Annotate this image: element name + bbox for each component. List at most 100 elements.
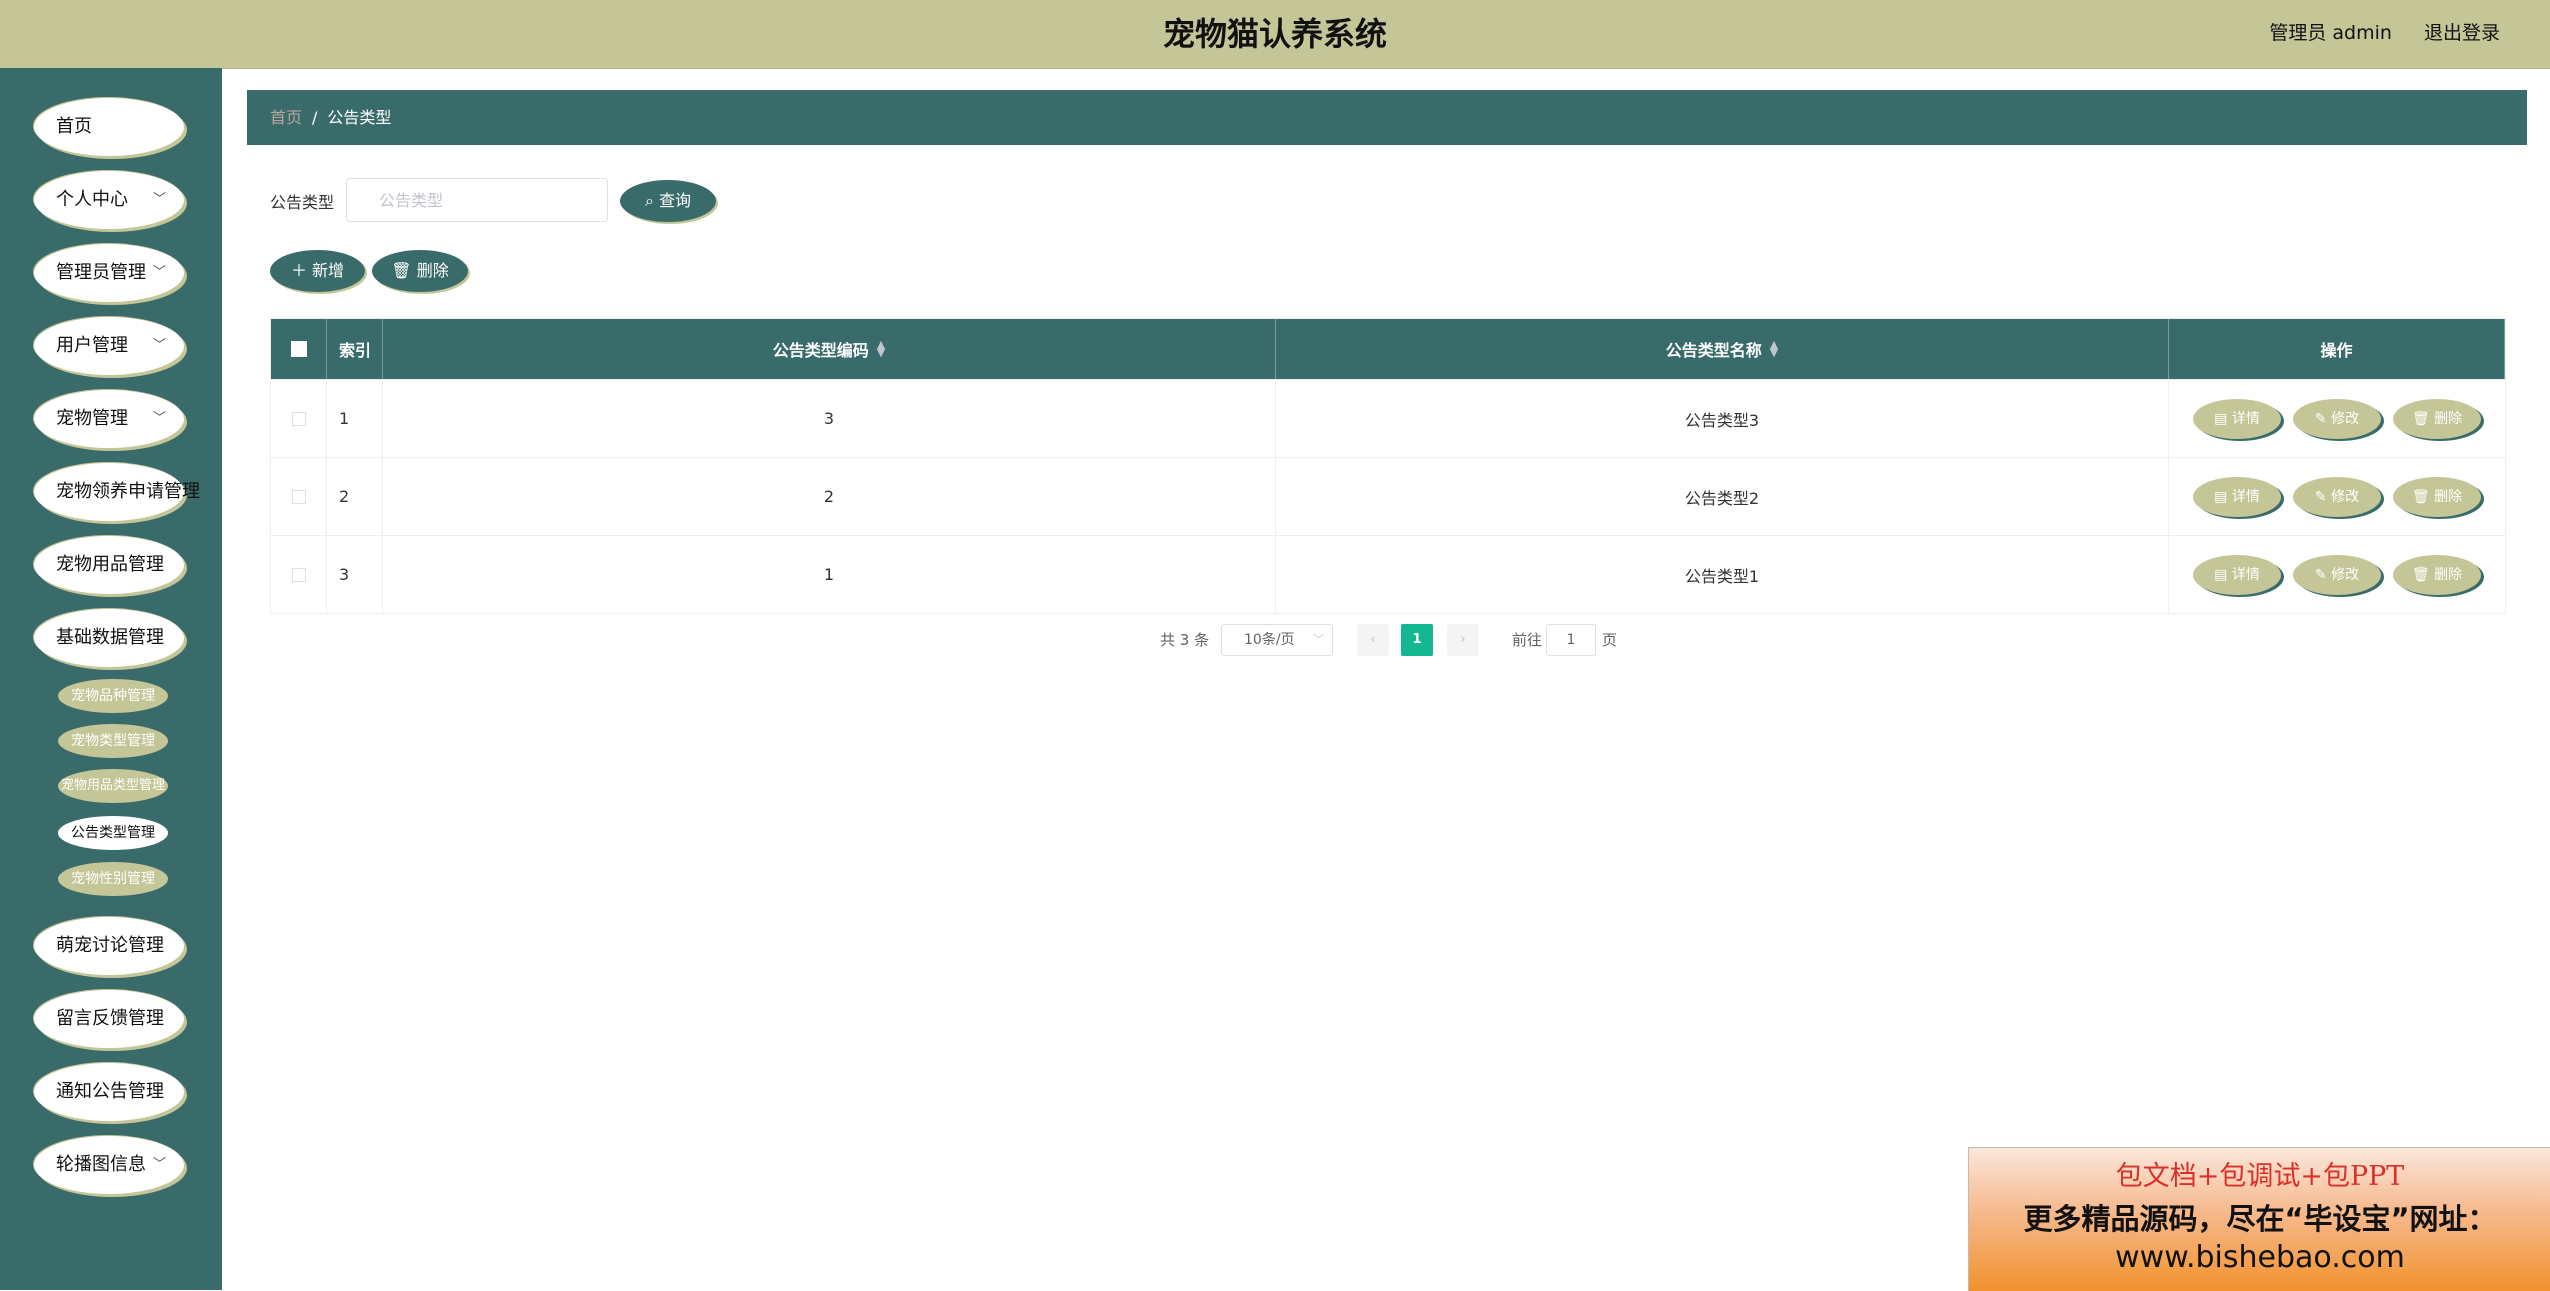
batch-delete-button-label: 删除 (416, 261, 449, 280)
sidebar-item-pet-discussion[interactable]: 萌宠讨论管理 (34, 917, 184, 975)
detail-button-label: 详情 (2231, 488, 2260, 505)
table-row: 3 1 公告类型1 ▤ 详情 ✎ 修改 🗑 删除 (271, 535, 2505, 613)
pencil-icon: ✎ (2314, 410, 2327, 427)
sidebar-item-base-data[interactable]: 基础数据管理 (34, 609, 184, 667)
promo-banner: 包文档+包调试+包PPT 更多精品源码，尽在“毕设宝”网址： www.bishe… (1968, 1147, 2550, 1291)
row-select-cell (271, 458, 327, 535)
edit-button[interactable]: ✎ 修改 (2293, 476, 2381, 517)
document-icon: ▤ (2214, 410, 2228, 427)
sidebar-item-feedback[interactable]: 留言反馈管理 (34, 990, 184, 1048)
pagination-total: 共 3 条 (1160, 631, 1210, 649)
header-name[interactable]: 公告类型名称 ▲ ▼ (1276, 319, 2169, 379)
delete-button-label: 删除 (2434, 410, 2463, 427)
trash-icon: 🗑 (2411, 488, 2430, 505)
chevron-down-icon: ﹀ (152, 265, 166, 280)
trash-icon: 🗑 (391, 261, 412, 280)
chevron-down-icon: ﹀ (152, 411, 166, 426)
goto-page-input[interactable]: 1 (1546, 624, 1596, 656)
sidebar: 首页 个人中心 ﹀ 管理员管理 ﹀ 用户管理 ﹀ 宠物管理 ﹀ 宠物领养申请管理 宠物用… (0, 68, 222, 1290)
sidebar-item-adoption-application[interactable]: 宠物领养申请管理 (34, 463, 200, 521)
sidebar-item-personal-center[interactable]: 个人中心 ﹀ (34, 171, 184, 229)
sidebar-subitem-notice-type[interactable]: 公告类型管理 (58, 816, 168, 850)
row-name: 公告类型2 (1276, 458, 2169, 535)
notice-type-table: 索引 公告类型编码 ▲ ▼ 公告类型名称 ▲ ▼ 操作 1 3 公告类型3 ▤ 详情 ✎… (270, 318, 2506, 614)
row-index: 1 (327, 380, 383, 457)
next-page-button[interactable]: › (1447, 624, 1479, 656)
chevron-down-icon: ﹀ (152, 338, 166, 353)
chevron-down-icon: ﹀ (152, 1157, 166, 1172)
breadcrumb-home-link[interactable]: 首页 (270, 108, 302, 127)
row-select-cell (271, 380, 327, 457)
header-select-cell (271, 319, 327, 379)
document-icon: ▤ (2214, 566, 2228, 583)
sort-icon[interactable]: ▲ ▼ (877, 339, 885, 358)
detail-button[interactable]: ▤ 详情 (2193, 476, 2281, 517)
sidebar-subitem-pet-breed[interactable]: 宠物品种管理 (58, 679, 168, 713)
search-label: 公告类型 (270, 193, 335, 212)
app-title: 宠物猫认养系统 (1162, 15, 1387, 53)
delete-button-label: 删除 (2434, 566, 2463, 583)
row-checkbox[interactable] (291, 567, 306, 582)
edit-button-label: 修改 (2331, 410, 2360, 427)
sidebar-item-label: 宠物领养申请管理 (56, 481, 200, 502)
edit-button[interactable]: ✎ 修改 (2293, 398, 2381, 439)
pencil-icon: ✎ (2314, 488, 2327, 505)
promo-line-1: 包文档+包调试+包PPT (2115, 1161, 2405, 1192)
select-all-checkbox[interactable] (290, 341, 307, 357)
delete-button[interactable]: 🗑 删除 (2393, 476, 2481, 517)
row-code: 3 (383, 380, 1276, 457)
chevron-down-icon: ﹀ (1313, 633, 1324, 646)
edit-button-label: 修改 (2331, 566, 2360, 583)
search-button[interactable]: ⌕ 查询 (620, 180, 716, 222)
search-icon: ⌕ (644, 191, 654, 210)
sidebar-item-label: 轮播图信息 (56, 1154, 146, 1175)
sidebar-item-home[interactable]: 首页 (34, 98, 184, 156)
page-size-select[interactable]: 10条/页 ﹀ (1221, 624, 1333, 656)
row-actions: ▤ 详情 ✎ 修改 🗑 删除 (2169, 380, 2505, 457)
header-actions: 操作 (2169, 319, 2505, 379)
sidebar-item-label: 首页 (56, 116, 92, 137)
sidebar-item-carousel[interactable]: 轮播图信息 ﹀ (34, 1136, 184, 1194)
page-size-value: 10条/页 (1244, 632, 1295, 648)
sidebar-item-admin-management[interactable]: 管理员管理 ﹀ (34, 244, 184, 302)
sidebar-item-pet-management[interactable]: 宠物管理 ﹀ (34, 390, 184, 448)
header-code[interactable]: 公告类型编码 ▲ ▼ (383, 319, 1276, 379)
promo-url: www.bishebao.com (2115, 1240, 2405, 1275)
row-actions: ▤ 详情 ✎ 修改 🗑 删除 (2169, 458, 2505, 535)
sidebar-item-label: 萌宠讨论管理 (56, 935, 164, 956)
sidebar-item-user-management[interactable]: 用户管理 ﹀ (34, 317, 184, 375)
add-button[interactable]: ＋ 新增 (270, 250, 365, 292)
sidebar-item-label: 用户管理 (56, 335, 128, 356)
row-name: 公告类型1 (1276, 536, 2169, 613)
logout-link[interactable]: 退出登录 (2424, 22, 2500, 44)
row-checkbox[interactable] (291, 489, 306, 504)
trash-icon: 🗑 (2411, 410, 2430, 427)
delete-button-label: 删除 (2434, 488, 2463, 505)
admin-user-label[interactable]: 管理员 admin (2269, 22, 2392, 44)
delete-button[interactable]: 🗑 删除 (2393, 398, 2481, 439)
sidebar-item-label: 留言反馈管理 (56, 1008, 164, 1029)
batch-delete-button[interactable]: 🗑 删除 (372, 250, 468, 292)
sidebar-item-label: 个人中心 (56, 189, 128, 210)
delete-button[interactable]: 🗑 删除 (2393, 554, 2481, 595)
header-name-label: 公告类型名称 (1665, 341, 1762, 360)
sidebar-subitem-pet-type[interactable]: 宠物类型管理 (58, 724, 168, 758)
sort-icon[interactable]: ▲ ▼ (1770, 339, 1778, 358)
sidebar-subitem-pet-gender[interactable]: 宠物性别管理 (58, 862, 168, 896)
row-checkbox[interactable] (291, 411, 306, 426)
sidebar-item-label: 通知公告管理 (56, 1081, 164, 1102)
page-number-button[interactable]: 1 (1401, 624, 1433, 656)
sidebar-item-label: 宠物用品管理 (56, 554, 164, 575)
detail-button[interactable]: ▤ 详情 (2193, 398, 2281, 439)
edit-button-label: 修改 (2331, 488, 2360, 505)
table-header: 索引 公告类型编码 ▲ ▼ 公告类型名称 ▲ ▼ 操作 (271, 319, 2505, 379)
row-code: 1 (383, 536, 1276, 613)
sidebar-subitem-supplies-type[interactable]: 宠物用品类型管理 (58, 769, 168, 803)
sidebar-item-notice[interactable]: 通知公告管理 (34, 1063, 184, 1121)
detail-button[interactable]: ▤ 详情 (2193, 554, 2281, 595)
sidebar-item-label: 管理员管理 (56, 262, 146, 283)
edit-button[interactable]: ✎ 修改 (2293, 554, 2381, 595)
prev-page-button[interactable]: ‹ (1357, 624, 1389, 656)
notice-type-search-input[interactable] (346, 178, 608, 222)
sidebar-item-pet-supplies[interactable]: 宠物用品管理 (34, 536, 184, 594)
